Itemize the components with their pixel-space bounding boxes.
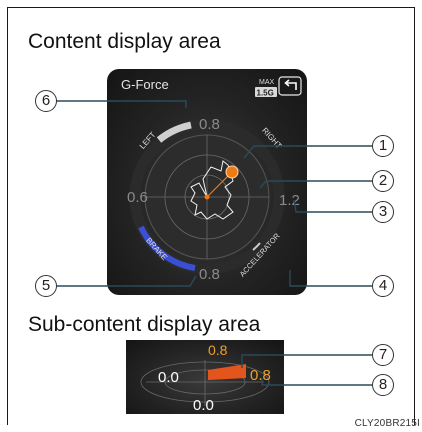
callout-1: 1 [372,135,394,157]
scale-bottom: 0.8 [199,266,220,283]
scale-right: 1.2 [279,192,300,209]
content-area-heading: Content display area [28,30,221,53]
max-label: MAX [259,79,275,86]
callout-4: 4 [372,275,394,297]
return-arrow-icon[interactable] [278,76,302,96]
gforce-screen: G-Force MAX 1.5G LEFT RIGHT BRAKE ACCELE… [107,69,307,295]
callout-7: 7 [372,344,394,366]
callout-3: 3 [372,201,394,223]
callout-6: 6 [35,90,57,112]
gforce-graphic: G-Force MAX 1.5G LEFT RIGHT BRAKE ACCELE… [121,76,302,283]
reference-code: CLY20BR215I [354,418,420,429]
sub-gforce-graphic: 0.8 0.0 0.8 0.0 [140,342,271,414]
sub-top-value: 0.8 [208,342,228,358]
callout-8: 8 [372,374,394,396]
sub-g-bar [208,364,246,380]
scale-left: 0.6 [127,189,148,206]
sub-left-value: 0.0 [158,369,179,386]
current-g-dot [225,165,239,179]
gforce-title: G-Force [121,77,169,92]
max-value: 1.5G [257,89,274,98]
center-dot [204,194,210,200]
scale-top: 0.8 [199,116,220,133]
callout-5: 5 [35,275,57,297]
sub-right-value: 0.8 [250,367,271,384]
callout-2: 2 [372,170,394,192]
sub-content-area-heading: Sub-content display area [28,313,261,336]
sub-bottom-value: 0.0 [193,397,214,414]
sub-content-screen: 0.8 0.0 0.8 0.0 [126,340,284,414]
